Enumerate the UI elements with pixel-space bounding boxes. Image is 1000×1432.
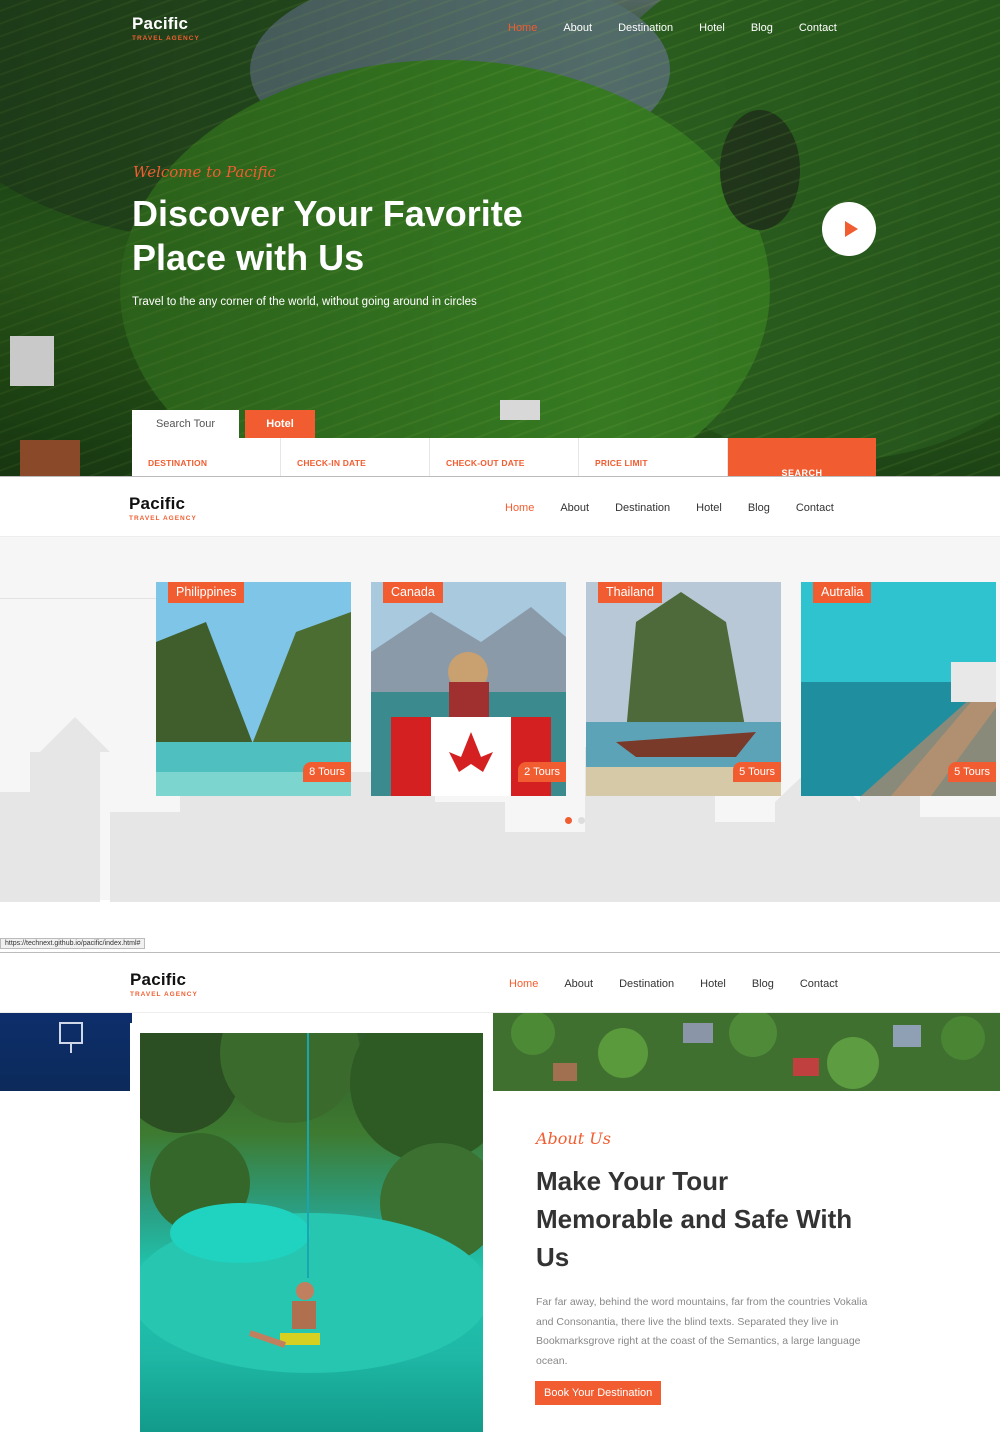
book-destination-button[interactable]: Book Your Destination xyxy=(535,1381,662,1405)
tab-search-tour[interactable]: Search Tour xyxy=(132,410,239,438)
destination-card-thailand[interactable]: Thailand 5 Tours xyxy=(586,582,781,796)
hero-subtitle: Travel to the any corner of the world, w… xyxy=(132,296,477,308)
hero-section: Pacific TRAVEL AGENCY Home About Destina… xyxy=(0,0,1000,476)
nav-contact[interactable]: Contact xyxy=(796,502,834,514)
nav-home[interactable]: Home xyxy=(508,22,537,34)
nav-home[interactable]: Home xyxy=(509,978,538,990)
main-nav: Home About Destination Hotel Blog Contac… xyxy=(505,502,860,514)
nav-blog[interactable]: Blog xyxy=(752,978,774,990)
about-title: Make Your Tour Memorable and Safe With U… xyxy=(536,1166,853,1272)
search-form: DESTINATION CHECK-IN DATE CHECK-OUT DATE… xyxy=(132,438,876,476)
tour-count-badge: 5 Tours xyxy=(733,762,781,782)
search-tabs: Search Tour Hotel xyxy=(132,410,315,438)
brand-logo[interactable]: Pacific TRAVEL AGENCY xyxy=(129,494,197,522)
nav-destination[interactable]: Destination xyxy=(618,22,673,34)
nav-blog[interactable]: Blog xyxy=(751,22,773,34)
search-button[interactable]: SEARCH xyxy=(728,438,876,476)
sticky-header: Pacific TRAVEL AGENCY Home About Destina… xyxy=(0,953,1000,1013)
nav-blog[interactable]: Blog xyxy=(748,502,770,514)
nav-contact[interactable]: Contact xyxy=(799,22,837,34)
brand-name: Pacific xyxy=(129,494,186,513)
play-video-button[interactable] xyxy=(822,202,876,256)
destination-card-canada[interactable]: Canada 2 Tours xyxy=(371,582,566,796)
brand-name: Pacific xyxy=(130,970,187,989)
nav-hotel[interactable]: Hotel xyxy=(696,502,722,514)
about-photo-frame xyxy=(130,1023,493,1432)
carousel-dot-active[interactable] xyxy=(565,817,572,824)
nav-hotel[interactable]: Hotel xyxy=(699,22,725,34)
destination-label: Canada xyxy=(383,582,443,603)
sticky-header: Pacific TRAVEL AGENCY Home About Destina… xyxy=(0,477,1000,537)
nav-about[interactable]: About xyxy=(563,22,592,34)
brand-name: Pacific xyxy=(132,14,189,33)
banner-image-right xyxy=(493,1013,1000,1091)
divider xyxy=(0,598,160,599)
tour-count-badge: 8 Tours xyxy=(303,762,351,782)
banner-image-left xyxy=(0,1013,132,1091)
brand-tagline: TRAVEL AGENCY xyxy=(129,515,197,522)
tab-hotel[interactable]: Hotel xyxy=(245,410,315,438)
destination-card-philippines[interactable]: Philippines 8 Tours xyxy=(156,582,351,796)
brand-logo[interactable]: Pacific TRAVEL AGENCY xyxy=(132,14,200,42)
nav-about[interactable]: About xyxy=(560,502,589,514)
check-in-field[interactable]: CHECK-IN DATE xyxy=(281,438,430,476)
about-photo xyxy=(140,1033,483,1432)
about-section: Pacific TRAVEL AGENCY Home About Destina… xyxy=(0,952,1000,1432)
carousel-dots xyxy=(565,817,585,824)
brand-logo[interactable]: Pacific TRAVEL AGENCY xyxy=(130,970,198,998)
price-limit-field[interactable]: PRICE LIMIT xyxy=(579,438,728,476)
nav-destination[interactable]: Destination xyxy=(615,502,670,514)
main-nav: Home About Destination Hotel Blog Contac… xyxy=(508,22,863,34)
nav-contact[interactable]: Contact xyxy=(800,978,838,990)
destinations-section: Pacific TRAVEL AGENCY Home About Destina… xyxy=(0,476,1000,952)
about-script-heading: About Us xyxy=(536,1129,611,1148)
destination-field[interactable]: DESTINATION xyxy=(132,438,281,476)
main-nav: Home About Destination Hotel Blog Contac… xyxy=(509,978,864,990)
about-paragraph: Far far away, behind the word mountains,… xyxy=(536,1296,868,1367)
tour-count-badge: 2 Tours xyxy=(518,762,566,782)
brand-tagline: TRAVEL AGENCY xyxy=(132,35,200,42)
nav-about[interactable]: About xyxy=(564,978,593,990)
destination-label: Thailand xyxy=(598,582,662,603)
hero-welcome: Welcome to Pacific xyxy=(133,163,276,181)
play-icon xyxy=(844,221,858,237)
nav-hotel[interactable]: Hotel xyxy=(700,978,726,990)
destination-label: Autralia xyxy=(813,582,872,603)
nav-destination[interactable]: Destination xyxy=(619,978,674,990)
hero-title: Discover Your Favorite Place with Us xyxy=(132,193,523,278)
destination-card-australia[interactable]: Autralia 5 Tours xyxy=(801,582,996,796)
brand-tagline: TRAVEL AGENCY xyxy=(130,991,198,998)
destination-label: Philippines xyxy=(168,582,245,603)
check-out-field[interactable]: CHECK-OUT DATE xyxy=(430,438,579,476)
nav-home[interactable]: Home xyxy=(505,502,534,514)
tour-count-badge: 5 Tours xyxy=(948,762,996,782)
status-url: https://technext.github.io/pacific/index… xyxy=(0,938,146,949)
carousel-dot[interactable] xyxy=(578,817,585,824)
